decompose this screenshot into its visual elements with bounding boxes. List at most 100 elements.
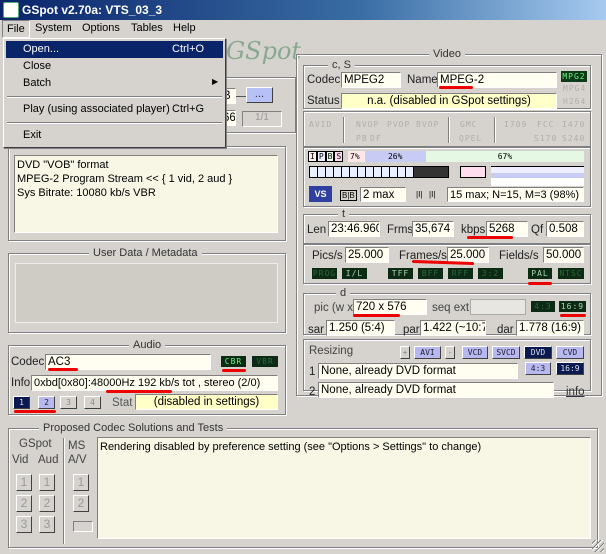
menu-separator [7, 122, 222, 124]
resize-dvd-button[interactable]: DVD [524, 346, 552, 359]
video-status-label: Status [307, 95, 340, 107]
resize1-field: None, already DVD format [318, 363, 518, 379]
d-title: d [336, 287, 351, 299]
fields-label: Fields/s [499, 250, 539, 262]
ntsc-indicator: NTSC [558, 268, 584, 279]
resize-minus-button[interactable]: - [445, 346, 455, 359]
cs-title: c, S [328, 59, 355, 71]
frame-distribution-bar: 7% 26% 67% [348, 151, 584, 162]
resize-svcd-button[interactable]: SVCD [492, 346, 520, 359]
ms-test-1-button[interactable]: 1 [73, 474, 89, 491]
info-link[interactable]: info [566, 386, 585, 398]
mpg4-indicator: MPG4 [563, 84, 587, 93]
userdata-title: User Data / Metadata [89, 247, 202, 259]
b-frame-key: B [325, 151, 335, 162]
window-title: GSpot v2.70a: VTS_03_3 [22, 3, 163, 17]
video-name-label: Name [407, 74, 438, 86]
ar-4-3-indicator: 4:3 [531, 301, 555, 312]
resize-cvd-button[interactable]: CVD [556, 346, 584, 359]
vid-test-2-button[interactable]: 2 [16, 495, 32, 512]
flag-i470: I470 [562, 120, 586, 129]
resize-grip[interactable] [592, 540, 604, 552]
label: Open... [23, 43, 60, 55]
av-label: A/V [68, 454, 87, 466]
label: Play (using associated player) [23, 103, 170, 115]
file-menu: Open... Ctrl+O Close Batch ▶ Play (using a… [3, 38, 226, 148]
shortcut: Ctrl+G [172, 103, 205, 115]
audio-stat-label: Stat [112, 397, 133, 409]
t-title: t [338, 208, 350, 220]
qf-label: Qf [531, 224, 544, 236]
sar-label: sar [308, 324, 324, 336]
audio-stream-3-button[interactable]: 3 [60, 396, 77, 409]
audio-stream-4-button[interactable]: 4 [84, 396, 101, 409]
browse-button[interactable]: ... [246, 87, 273, 103]
menu-file[interactable]: File [2, 20, 30, 38]
menu-options[interactable]: Options [82, 22, 120, 34]
par-label: par [403, 324, 420, 336]
resize-4-3-button[interactable]: 4:3 [525, 362, 551, 375]
kbps-field: 5268 [486, 221, 528, 237]
menu-item-batch[interactable]: Batch ▶ [6, 75, 223, 92]
flag-pb: PB [356, 134, 368, 143]
menu-item-close[interactable]: Close [6, 58, 223, 75]
resize-avi-button[interactable]: AVI [414, 346, 441, 359]
fields-field: 50.000 [543, 247, 584, 263]
par-field: 1.422 (~10:7) [420, 320, 486, 336]
vbr-indicator: VBR [252, 356, 278, 367]
label: Close [23, 60, 52, 72]
userdata-box [15, 263, 278, 323]
flag-gmc: GMC [460, 120, 478, 129]
pulldown-indicator: 3:2 [478, 268, 503, 279]
s-frame-key: S [334, 151, 344, 162]
shortcut: Ctrl+O [172, 43, 205, 55]
audio-stream-2-button[interactable]: 2 [38, 396, 55, 409]
flag-s240: S240 [562, 134, 586, 143]
vid-test-1-button[interactable]: 1 [16, 474, 32, 491]
aud-label: Aud [38, 454, 59, 466]
gop-length-icon: |I| |I| [416, 190, 436, 199]
interlaced-indicator: I/L [342, 268, 367, 279]
submenu-arrow-icon: ▶ [212, 77, 219, 86]
seqext-field [470, 299, 526, 315]
resize-16-9-button[interactable]: 16:9 [556, 362, 584, 375]
aud-test-3-button[interactable]: 3 [39, 516, 55, 533]
menu-system[interactable]: System [35, 22, 72, 34]
kbps-label: kbps [461, 224, 486, 236]
seqext-label: seq ext [432, 302, 470, 314]
part-button[interactable]: 1/1 [242, 111, 282, 127]
menu-item-exit[interactable]: Exit [6, 127, 223, 144]
pal-indicator: PAL [528, 268, 552, 279]
gop-structure-bar [309, 166, 449, 178]
ms-test-2-button[interactable]: 2 [73, 495, 89, 512]
divider [343, 117, 345, 143]
gspot-logo: GSpot [226, 37, 302, 65]
gop-graph [491, 166, 584, 186]
annotation-underline [560, 314, 586, 317]
annotation-underline [14, 410, 56, 413]
flag-qpel: QPEL [459, 134, 483, 143]
menu-help[interactable]: Help [173, 22, 196, 34]
p-frame-key: P [316, 151, 326, 162]
tff-indicator: TFF [388, 268, 413, 279]
vss-icon[interactable]: VS [309, 186, 332, 202]
menu-item-play[interactable]: Play (using associated player) Ctrl+G [6, 101, 223, 118]
aud-test-1-button[interactable]: 1 [39, 474, 55, 491]
proposed-title: Proposed Codec Solutions and Tests [39, 422, 228, 434]
resize2-num: 2 [309, 386, 316, 398]
menu-tables[interactable]: Tables [131, 22, 163, 34]
resize-vcd-button[interactable]: VCD [462, 346, 488, 359]
menu-item-open[interactable]: Open... Ctrl+O [6, 41, 223, 58]
pic-label: pic (w x [314, 302, 353, 314]
dar-field: 1.778 (16:9) [516, 320, 584, 336]
menu-bar: File System Options Tables Help [0, 20, 606, 38]
rff-indicator: RFF [448, 268, 473, 279]
divider [494, 117, 496, 143]
audio-stream-1-button[interactable]: 1 [13, 396, 30, 409]
resize-plus-button[interactable]: + [400, 346, 410, 359]
vid-test-3-button[interactable]: 3 [16, 516, 32, 533]
aud-test-2-button[interactable]: 2 [39, 495, 55, 512]
gspot-label: GSpot [19, 438, 52, 450]
divider [448, 117, 450, 143]
ms-test-empty-slot [73, 521, 93, 532]
